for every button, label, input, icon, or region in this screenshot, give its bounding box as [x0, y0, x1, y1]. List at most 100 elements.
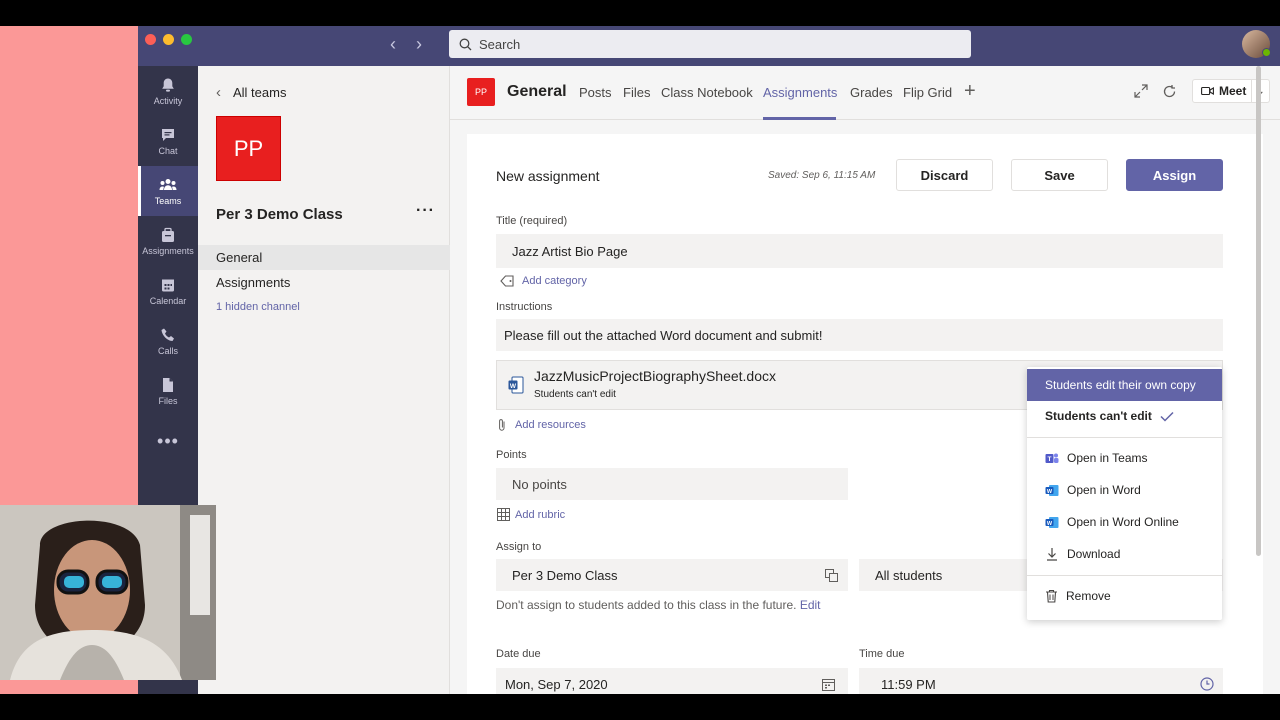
phone-icon [161, 328, 174, 341]
assignments-icon [162, 227, 174, 242]
teams-icon [159, 178, 177, 190]
rail-label: Calendar [149, 295, 187, 306]
rail-label: Calls [157, 345, 178, 356]
menu-item-label: Open in Word [1067, 483, 1141, 497]
students-value: All students [875, 567, 943, 583]
rail-chat[interactable]: Chat [138, 116, 198, 166]
discard-button[interactable]: Discard [896, 159, 993, 191]
rail-files[interactable]: Files [138, 366, 198, 416]
more-apps-icon[interactable]: ••• [138, 431, 198, 452]
presenter-video-image [0, 505, 216, 680]
rail-calls[interactable]: Calls [138, 316, 198, 366]
menu-divider [1027, 437, 1222, 438]
class-select[interactable]: Per 3 Demo Class [496, 559, 848, 591]
menu-item-open-in-word[interactable]: W Open in Word [1027, 474, 1222, 506]
presence-status-icon [1262, 48, 1271, 57]
time-due-value: 11:59 PM [881, 676, 936, 692]
clock-icon [1200, 677, 1214, 691]
file-icon [163, 377, 173, 392]
saved-status: Saved: Sep 6, 11:15 AM [768, 170, 876, 181]
title-input[interactable]: Jazz Artist Bio Page [496, 234, 1223, 268]
all-teams-link[interactable]: ‹ All teams [216, 84, 286, 101]
title-value: Jazz Artist Bio Page [512, 243, 628, 259]
tab-files[interactable]: Files [623, 85, 650, 100]
instructions-value: Please fill out the attached Word docume… [504, 327, 823, 343]
menu-item-label: Open in Teams [1067, 451, 1148, 465]
tag-icon [500, 275, 514, 287]
add-category-link[interactable]: Add category [500, 275, 587, 287]
add-rubric-link[interactable]: Add rubric [497, 508, 565, 521]
search-input[interactable]: Search [449, 30, 971, 58]
rail-assignments[interactable]: Assignments [138, 216, 198, 266]
tab-class-notebook[interactable]: Class Notebook [661, 85, 753, 100]
menu-item-students-cant-edit[interactable]: Students can't edit [1027, 400, 1222, 432]
rail-activity[interactable]: Activity [138, 66, 198, 116]
rail-calendar[interactable]: Calendar [138, 266, 198, 316]
channel-team-tile: PP [467, 78, 495, 106]
rail-label: Teams [154, 195, 182, 206]
main-scrollbar[interactable] [1256, 66, 1261, 556]
future-students-note: Don't assign to students added to this c… [496, 598, 821, 612]
search-icon [459, 38, 472, 50]
screen: ‹ › Search Activity Chat Teams Assignmen… [0, 0, 1280, 720]
expand-icon[interactable] [1134, 84, 1148, 98]
download-icon [1047, 548, 1057, 561]
add-category-label: Add category [522, 275, 587, 287]
copy-icon [825, 569, 838, 582]
edit-link[interactable]: Edit [800, 598, 821, 612]
points-input[interactable]: No points [496, 468, 848, 500]
back-arrow-icon[interactable]: ‹ [390, 35, 396, 53]
chat-icon [162, 128, 174, 141]
channel-general[interactable]: General [198, 245, 450, 270]
save-button[interactable]: Save [1011, 159, 1108, 191]
menu-item-label: Remove [1066, 589, 1111, 603]
calendar-icon [822, 679, 835, 691]
team-name: Per 3 Demo Class [216, 206, 343, 223]
menu-item-students-edit-own-copy[interactable]: Students edit their own copy [1027, 369, 1222, 401]
tab-flip-grid[interactable]: Flip Grid [903, 85, 952, 100]
close-window-button[interactable] [145, 34, 156, 45]
presenter-webcam-overlay [0, 505, 216, 680]
word-icon: W [1045, 484, 1059, 496]
menu-item-download[interactable]: Download [1027, 538, 1222, 570]
meet-label: Meet [1219, 84, 1247, 98]
bell-icon [162, 78, 174, 92]
rail-label: Activity [153, 95, 183, 106]
future-note-text: Don't assign to students added to this c… [496, 598, 797, 612]
channel-assignments[interactable]: Assignments [198, 270, 450, 295]
channel-header: PP General Posts Files Class Notebook As… [450, 66, 1280, 120]
date-due-input[interactable]: Mon, Sep 7, 2020 [496, 668, 848, 694]
attachment-file-name: JazzMusicProjectBiographySheet.docx [534, 368, 777, 384]
hidden-channels-link[interactable]: 1 hidden channel [198, 295, 450, 320]
menu-item-label: Students can't edit [1045, 409, 1152, 423]
points-value: No points [512, 476, 567, 492]
tab-assignments[interactable]: Assignments [763, 85, 837, 100]
assign-button[interactable]: Assign [1126, 159, 1223, 191]
minimize-window-button[interactable] [163, 34, 174, 45]
time-due-input[interactable]: 11:59 PM [859, 668, 1223, 694]
menu-divider [1027, 575, 1222, 576]
instructions-label: Instructions [496, 301, 553, 313]
team-more-options-icon[interactable]: ··· [416, 202, 435, 220]
add-tab-icon[interactable]: + [964, 80, 976, 103]
team-avatar-tile: PP [216, 116, 281, 181]
refresh-icon[interactable] [1162, 84, 1177, 99]
rail-teams[interactable]: Teams [138, 166, 198, 216]
add-resources-link[interactable]: Add resources [497, 418, 586, 432]
attachment-context-menu: Students edit their own copy Students ca… [1027, 367, 1222, 620]
menu-item-label: Open in Word Online [1067, 515, 1179, 529]
menu-item-open-in-word-online[interactable]: W Open in Word Online [1027, 506, 1222, 538]
points-label: Points [496, 449, 527, 461]
forward-arrow-icon[interactable]: › [416, 35, 422, 53]
tab-grades[interactable]: Grades [850, 85, 893, 100]
maximize-window-button[interactable] [181, 34, 192, 45]
channel-name: General [507, 83, 567, 100]
menu-item-remove[interactable]: Remove [1027, 580, 1222, 612]
instructions-input[interactable]: Please fill out the attached Word docume… [496, 319, 1223, 351]
add-rubric-label: Add rubric [515, 508, 566, 521]
svg-text:W: W [1047, 488, 1053, 494]
menu-item-open-in-teams[interactable]: T Open in Teams [1027, 442, 1222, 474]
tab-posts[interactable]: Posts [579, 85, 612, 100]
trash-icon [1046, 589, 1057, 603]
team-channel-panel: ‹ All teams PP Per 3 Demo Class ··· Gene… [198, 66, 450, 694]
